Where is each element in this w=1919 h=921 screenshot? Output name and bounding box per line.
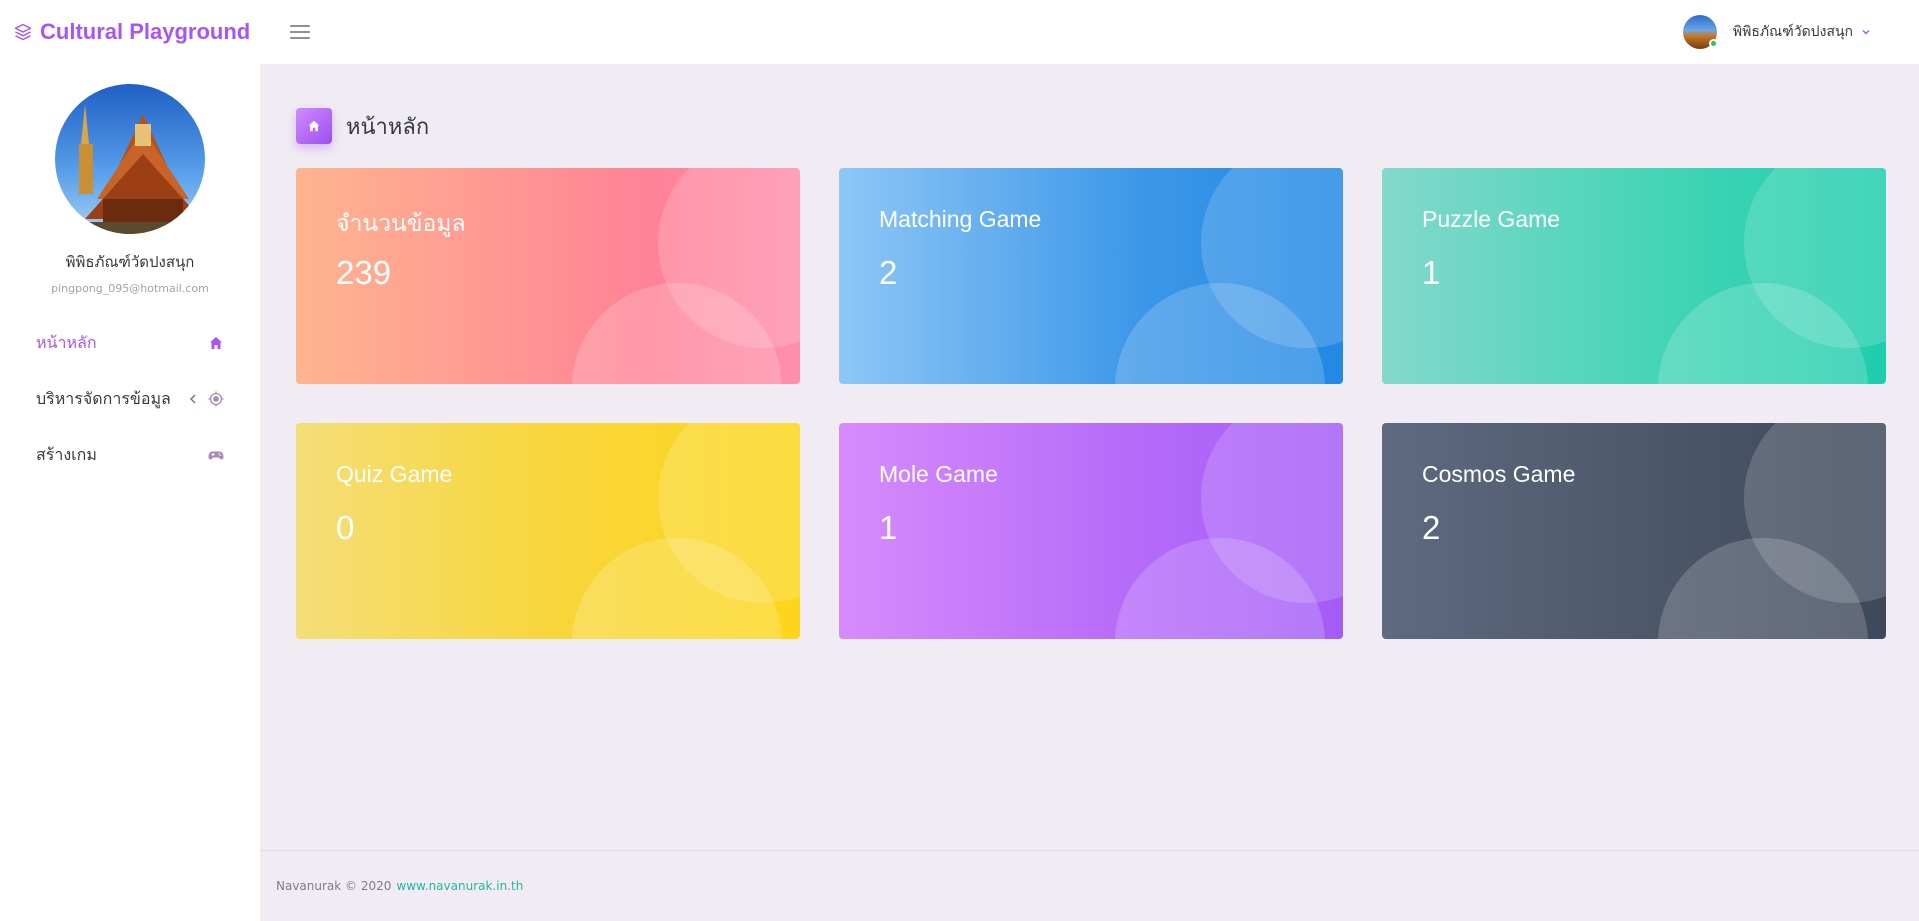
card-value: 2 — [1422, 509, 1441, 546]
chevron-down-icon — [1862, 30, 1870, 35]
profile-picture — [55, 84, 205, 234]
profile: พิพิธภัณฑ์วัดปงสนุก pingpong_095@hotmail… — [0, 64, 260, 295]
sidebar-item-label: บริหารจัดการข้อมูล — [36, 388, 171, 408]
user-name: พิพิธภัณฑ์วัดปงสนุก — [1732, 24, 1853, 40]
stat-card-data-count[interactable]: จำนวนข้อมูล 239 — [296, 168, 800, 384]
card-title: Matching Game — [879, 206, 1042, 232]
card-value: 1 — [879, 509, 898, 546]
home-icon — [210, 337, 222, 349]
page-header: หน้าหลัก — [296, 108, 429, 144]
layers-icon — [14, 23, 32, 41]
target-icon — [208, 391, 224, 407]
sidebar-item-home[interactable]: หน้าหลัก — [0, 315, 260, 371]
stat-card-puzzle-game[interactable]: Puzzle Game 1 — [1382, 168, 1886, 384]
top-navbar: Cultural Playground พิพิธภัณฑ์วัดปงสนุก — [0, 0, 1919, 64]
card-value: 2 — [879, 254, 898, 291]
online-status-dot — [1708, 39, 1718, 48]
card-title: Cosmos Game — [1422, 461, 1576, 487]
stat-card-quiz-game[interactable]: Quiz Game 0 — [296, 423, 800, 639]
stat-card-matching-game[interactable]: Matching Game 2 — [839, 168, 1343, 384]
footer-link[interactable]: www.navanurak.in.th — [396, 879, 523, 893]
card-value: 0 — [336, 509, 355, 546]
user-avatar — [1682, 15, 1718, 49]
sidebar-item-label: หน้าหลัก — [36, 332, 97, 352]
sidebar-item-label: สร้างเกม — [36, 444, 97, 464]
brand-title: Cultural Playground — [40, 19, 251, 44]
card-title: Puzzle Game — [1422, 206, 1561, 232]
card-value: 1 — [1422, 254, 1441, 291]
card-title: Mole Game — [879, 461, 998, 487]
card-title: จำนวนข้อมูล — [336, 210, 466, 236]
card-value: 239 — [336, 254, 392, 291]
home-icon — [296, 108, 332, 144]
stat-card-mole-game[interactable]: Mole Game 1 — [839, 423, 1343, 639]
stat-card-cosmos-game[interactable]: Cosmos Game 2 — [1382, 423, 1886, 639]
user-menu[interactable]: พิพิธภัณฑ์วัดปงสนุก — [1682, 12, 1871, 52]
card-title: Quiz Game — [336, 461, 453, 487]
sidebar-item-create-game[interactable]: สร้างเกม — [0, 427, 260, 483]
footer-copyright: Navanurak © 2020 — [276, 879, 392, 893]
profile-name: พิพิธภัณฑ์วัดปงสนุก — [65, 253, 195, 271]
main-content: หน้าหลัก จำนวนข้อมูล 239 Matching Game 2… — [260, 64, 1919, 921]
gamepad-icon — [208, 451, 224, 460]
sidebar-menu: หน้าหลัก บริหารจัดการข้อมูล สร้างเกม — [0, 315, 260, 483]
footer: Navanurak © 2020 www.navanurak.in.th — [260, 850, 1919, 921]
profile-email: pingpong_095@hotmail.com — [51, 282, 209, 295]
menu-toggle-icon[interactable] — [290, 25, 310, 39]
sidebar-item-data-management[interactable]: บริหารจัดการข้อมูล — [0, 371, 260, 427]
chevron-left-icon — [190, 394, 196, 404]
brand[interactable]: Cultural Playground — [0, 19, 260, 45]
sidebar: พิพิธภัณฑ์วัดปงสนุก pingpong_095@hotmail… — [0, 64, 260, 921]
page-title: หน้าหลัก — [346, 114, 430, 140]
